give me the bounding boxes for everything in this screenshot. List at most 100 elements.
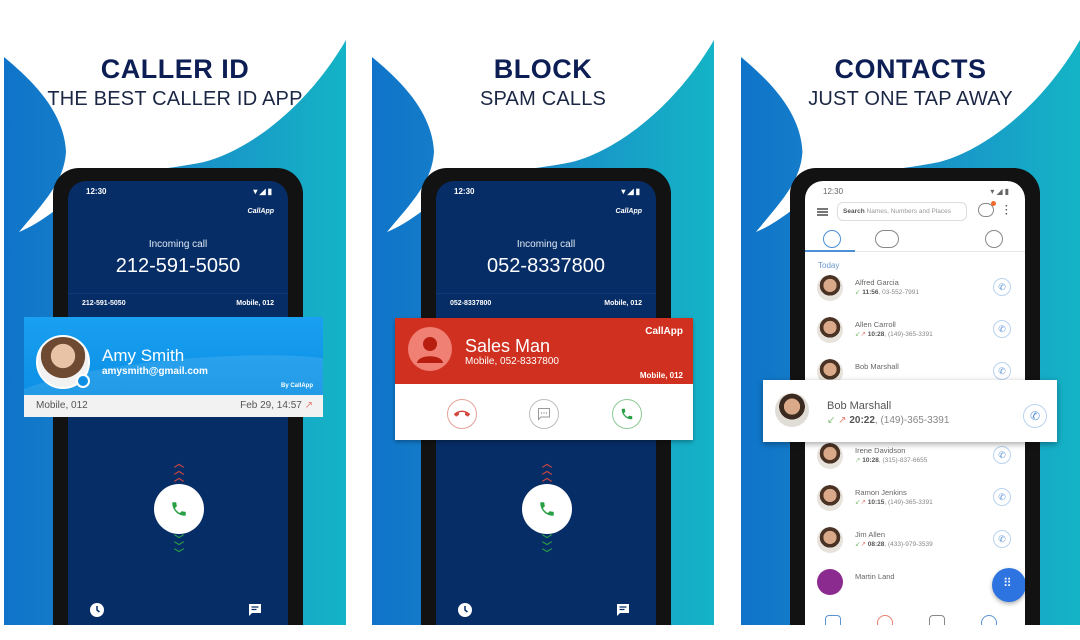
contact-popup-card[interactable]: Bob Marshall ↙ ↗ 20:22, (149)-365-3391 ✆ [763,380,1057,442]
search-input[interactable]: Search Names, Numbers and Places [837,202,967,221]
call-button[interactable]: ✆ [993,320,1011,338]
caller-number: 212-591-5050 [115,255,241,277]
panel-subtitle: SPAM CALLS [479,88,607,110]
contact-number: , (433)-979-3539 [884,541,933,548]
callapp-logo: CallApp [645,326,683,337]
contact-name: Jim Allen [855,530,886,539]
contact-number: , (149)-365-3391 [884,499,933,506]
tab-recents[interactable] [823,230,841,248]
last-call-info: Feb 29, 14:57 ↗ [240,400,313,411]
contact-call-info: ↙↗ 10:15, (149)-365-3391 [855,498,933,506]
panel-subtitle: JUST ONE TAP AWAY [808,88,1013,110]
contact-row[interactable]: Alfred Garcia ↙ 11:56, 03-552-7991 ✆ [805,271,1025,313]
info-number: 052-8337800 [450,300,492,307]
search-placeholder: Names, Numbers and Places [864,208,952,215]
caller-info-row: 052-8337800 Mobile, 012 [436,293,656,311]
reply-message-button[interactable] [529,399,559,429]
call-button[interactable]: ✆ [993,278,1011,296]
menu-icon[interactable] [817,208,828,216]
contact-call-info: ↙ 11:56, 03-552-7991 [855,288,919,296]
phone-icon [172,502,186,516]
panel-title: CONTACTS [834,54,987,84]
line-type: Mobile, 012 [36,400,88,411]
call-button[interactable]: ✆ [993,446,1011,464]
avatar [817,317,843,343]
contact-name: Irene Davidson [855,446,906,455]
more-options-icon[interactable]: · · · [1005,202,1008,220]
nav-voice-icon[interactable] [981,615,997,625]
unknown-person-icon [408,327,452,371]
active-tab-indicator [805,250,855,252]
chevron-down-icon: ﹀ ﹀ ﹀ [542,535,552,560]
chevron-down-icon: ﹀ ﹀ ﹀ [174,535,184,560]
contact-row[interactable]: Ramon Jenkins ↙↗ 10:15, (149)-365-3391 ✆ [805,481,1025,523]
phone-icon [621,408,633,420]
contact-row[interactable]: Jim Allen ↙↗ 08:28, (433)-979-3539 ✆ [805,523,1025,565]
call-time: 11:56 [862,289,879,296]
call-time: 20:22 [849,415,875,426]
hang-up-icon [454,410,470,417]
answer-call-button[interactable] [522,484,572,534]
contact-number: , (149)-365-3391 [874,415,950,426]
nav-store-icon[interactable] [929,615,945,625]
notification-dot [991,201,996,206]
contact-name: Alfred Garcia [855,278,899,287]
chevron-up-icon: ︿ ︿ ︿ [542,459,552,484]
call-time: 08:28 [867,541,885,548]
section-label: Today [818,261,840,270]
accept-call-button[interactable] [612,399,642,429]
contact-call-info: ↙↗ 08:28, (433)-979-3539 [855,540,933,548]
tab-contacts[interactable] [875,230,899,248]
call-time: 10:15 [867,499,885,506]
panel-title: CALLER ID [100,54,250,84]
nav-insights-icon[interactable] [825,615,841,625]
panel-contacts: CONTACTS JUST ONE TAP AWAY 12:30 ▾◢▮ Sea… [741,22,1080,625]
dialpad-button[interactable] [992,568,1025,602]
avatar [775,393,809,427]
message-icon [538,408,550,421]
bottom-navigation [805,613,1025,625]
avatar [817,527,843,553]
caller-id-card[interactable]: Amy Smith amysmith@gmail.com By CallApp … [24,317,323,417]
avatar [817,485,843,511]
incoming-arrow-icon: ↙ [855,289,861,296]
tab-assistant[interactable] [985,230,1003,248]
message-icon[interactable] [248,603,262,617]
line-type: Mobile, 012 [639,371,683,380]
clock-icon[interactable] [90,603,104,617]
avatar [817,569,843,595]
message-icon[interactable] [616,603,630,617]
outgoing-arrow-icon: ↗ [838,415,847,426]
contact-name: Allen Carroll [855,320,896,329]
callapp-badge-icon [76,374,90,388]
tab-bar [805,228,1025,252]
incoming-label: Incoming call [516,239,576,250]
contact-call-info: ↙↗ 10:28, (149)-365-3391 [855,330,933,338]
call-button[interactable]: ✆ [993,488,1011,506]
contact-number: , 03-552-7991 [878,289,920,296]
decline-call-button[interactable] [447,399,477,429]
app-toolbar: Search Names, Numbers and Places · · · [805,200,1025,224]
contact-name: Bob Marshall [827,400,892,412]
contact-name: Bob Marshall [855,362,899,371]
avatar [817,275,843,301]
status-time: 12:30 [86,187,107,196]
call-button[interactable]: ✆ [1023,404,1047,428]
outgoing-arrow-icon: ↗ [860,541,866,548]
contact-row[interactable]: Allen Carroll ↙↗ 10:28, (149)-365-3391 ✆ [805,313,1025,355]
status-time: 12:30 [823,187,844,196]
contact-call-info: ↗ 10:28, (315)-837-6655 [855,456,927,464]
caller-name: Sales Man [465,336,551,356]
caller-name: Amy Smith [102,346,185,365]
status-bar: 12:30 ▾◢▮ [68,187,288,199]
answer-call-button[interactable] [154,484,204,534]
call-button[interactable]: ✆ [993,530,1011,548]
search-label: Search [843,208,865,215]
call-button[interactable]: ✆ [993,362,1011,380]
incoming-arrow-icon: ↙ [827,415,836,426]
spam-caller-card[interactable]: Sales Man Mobile, 052-8337800 CallApp Mo… [395,318,693,440]
nav-block-icon[interactable] [877,615,893,625]
contact-row[interactable]: Irene Davidson ↗ 10:28, (315)-837-6655 ✆ [805,439,1025,481]
clock-icon[interactable] [458,603,472,617]
panel-title: BLOCK [493,54,593,84]
